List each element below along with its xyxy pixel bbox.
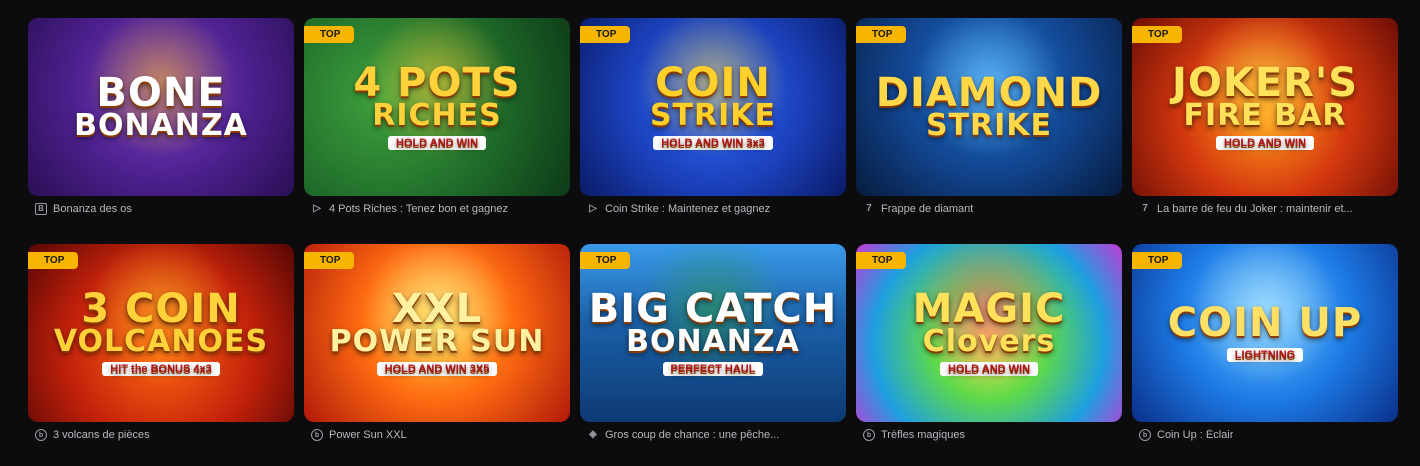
game-title: Trèfles magiques <box>881 429 965 441</box>
logo-subtitle: HOLD AND WIN <box>387 136 487 151</box>
game-card[interactable]: TOP BIG CATCH BONANZA PERFECT HAUL ◈ Gro… <box>580 244 846 466</box>
logo-line-2: VOLCANOES <box>53 323 269 359</box>
logo-line-1: 3 COIN <box>81 285 241 332</box>
game-thumbnail[interactable]: TOP 3 COIN VOLCANOES HIT the BONUS 4x3 <box>28 244 294 422</box>
game-caption[interactable]: ▷ Coin Strike : Maintenez et gagnez <box>580 203 846 215</box>
game-title: 4 Pots Riches : Tenez bon et gagnez <box>329 203 508 215</box>
game-thumbnail[interactable]: TOP XXL POWER SUN HOLD AND WIN 3X5 <box>304 244 570 422</box>
d-circle-icon: b <box>35 429 47 441</box>
top-badge: TOP <box>856 252 907 269</box>
top-badge: TOP <box>28 252 79 269</box>
logo-line-2: Clovers <box>922 323 1056 359</box>
seven-icon: 7 <box>866 203 872 214</box>
b-box-icon: B <box>35 203 47 215</box>
game-caption[interactable]: b Trèfles magiques <box>856 429 1122 441</box>
game-logo: JOKER'S FIRE BAR HOLD AND WIN <box>1171 59 1359 151</box>
top-badge: TOP <box>304 26 355 43</box>
game-card[interactable]: TOP 3 COIN VOLCANOES HIT the BONUS 4x3 b… <box>28 244 294 466</box>
play-flag-icon: ▷ <box>589 203 597 214</box>
game-caption[interactable]: ◈ Gros coup de chance : une pêche... <box>580 429 846 441</box>
logo-line-1: 4 POTS <box>353 59 521 106</box>
top-badge: TOP <box>304 252 355 269</box>
logo-line-2: BONANZA <box>74 107 248 143</box>
logo-subtitle: HOLD AND WIN <box>939 362 1039 377</box>
logo-subtitle: HIT the BONUS 4x3 <box>102 362 220 377</box>
game-caption[interactable]: b 3 volcans de pièces <box>28 429 294 441</box>
game-logo: COIN STRIKE HOLD AND WIN 3x3 <box>649 59 777 151</box>
logo-line-2: BONANZA <box>626 323 800 359</box>
top-badge: TOP <box>856 26 907 43</box>
game-thumbnail[interactable]: TOP BONE BONANZA <box>28 18 294 196</box>
game-title: Gros coup de chance : une pêche... <box>605 429 780 441</box>
logo-line-2: STRIKE <box>649 97 777 133</box>
top-badge: TOP <box>580 252 631 269</box>
logo-line-1: MAGIC <box>912 285 1066 332</box>
logo-line-1: COIN <box>655 59 771 106</box>
game-caption[interactable]: B Bonanza des os <box>28 203 294 215</box>
seven-icon: 7 <box>1142 203 1148 214</box>
logo-line-2: FIRE BAR <box>1183 97 1347 133</box>
play-flag-icon: ▷ <box>313 203 321 214</box>
game-title: Coin Strike : Maintenez et gagnez <box>605 203 771 215</box>
game-caption[interactable]: b Coin Up : Éclair <box>1132 429 1398 441</box>
game-card[interactable]: TOP COIN UP LIGHTNING b Coin Up : Éclair <box>1132 244 1398 466</box>
game-card[interactable]: TOP 4 POTS RICHES HOLD AND WIN ▷ 4 Pots … <box>304 18 570 240</box>
top-badge: TOP <box>1132 252 1183 269</box>
logo-line-1: JOKER'S <box>1171 59 1359 106</box>
game-card[interactable]: TOP BONE BONANZA B Bonanza des os <box>28 18 294 240</box>
d-circle-icon: b <box>1139 429 1151 441</box>
game-card[interactable]: TOP MAGIC Clovers HOLD AND WIN b Trèfles… <box>856 244 1122 466</box>
logo-line-2: RICHES <box>372 97 502 133</box>
game-title: Frappe de diamant <box>881 203 974 215</box>
game-title: Power Sun XXL <box>329 429 407 441</box>
game-title: Coin Up : Éclair <box>1157 429 1234 441</box>
logo-line-1: DIAMOND <box>875 69 1103 116</box>
game-thumbnail[interactable]: TOP DIAMOND STRIKE <box>856 18 1122 196</box>
game-logo: MAGIC Clovers HOLD AND WIN <box>912 285 1066 377</box>
logo-subtitle: LIGHTNING <box>1226 347 1304 363</box>
game-caption[interactable]: ▷ 4 Pots Riches : Tenez bon et gagnez <box>304 203 570 215</box>
top-badge: TOP <box>1132 26 1183 43</box>
logo-subtitle: HOLD AND WIN <box>1215 136 1315 151</box>
game-card[interactable]: TOP COIN STRIKE HOLD AND WIN 3x3 ▷ Coin … <box>580 18 846 240</box>
logo-line-1: COIN UP <box>1167 299 1363 346</box>
game-caption[interactable]: 7 La barre de feu du Joker : maintenir e… <box>1132 203 1398 215</box>
game-thumbnail[interactable]: TOP BIG CATCH BONANZA PERFECT HAUL <box>580 244 846 422</box>
game-logo: XXL POWER SUN HOLD AND WIN 3X5 <box>329 285 545 377</box>
logo-subtitle: HOLD AND WIN 3x3 <box>653 136 773 151</box>
d-circle-icon: b <box>311 429 323 441</box>
game-card[interactable]: TOP DIAMOND STRIKE 7 Frappe de diamant <box>856 18 1122 240</box>
game-logo: BONE BONANZA <box>74 69 248 143</box>
logo-line-1: BIG CATCH <box>588 285 838 332</box>
logo-line-2: STRIKE <box>925 107 1053 143</box>
game-thumbnail[interactable]: TOP 4 POTS RICHES HOLD AND WIN <box>304 18 570 196</box>
logo-subtitle: HOLD AND WIN 3X5 <box>376 362 498 377</box>
logo-subtitle: PERFECT HAUL <box>662 362 764 377</box>
diamond-grid-icon: ◈ <box>589 429 597 440</box>
logo-line-1: BONE <box>96 69 226 116</box>
game-logo: BIG CATCH BONANZA PERFECT HAUL <box>588 285 838 377</box>
game-caption[interactable]: b Power Sun XXL <box>304 429 570 441</box>
game-logo: 4 POTS RICHES HOLD AND WIN <box>353 59 521 151</box>
game-thumbnail[interactable]: TOP COIN UP LIGHTNING <box>1132 244 1398 422</box>
logo-line-1: XXL <box>391 285 483 332</box>
game-card[interactable]: TOP JOKER'S FIRE BAR HOLD AND WIN 7 La b… <box>1132 18 1398 240</box>
game-thumbnail[interactable]: TOP COIN STRIKE HOLD AND WIN 3x3 <box>580 18 846 196</box>
logo-line-2: POWER SUN <box>329 323 545 359</box>
top-badge: TOP <box>580 26 631 43</box>
game-title: Bonanza des os <box>53 203 132 215</box>
game-logo: DIAMOND STRIKE <box>875 69 1103 143</box>
d-circle-icon: b <box>863 429 875 441</box>
game-thumbnail[interactable]: TOP JOKER'S FIRE BAR HOLD AND WIN <box>1132 18 1398 196</box>
game-grid: TOP BONE BONANZA B Bonanza des os TOP 4 … <box>28 18 1398 466</box>
game-caption[interactable]: 7 Frappe de diamant <box>856 203 1122 215</box>
game-title: La barre de feu du Joker : maintenir et.… <box>1157 203 1353 215</box>
game-thumbnail[interactable]: TOP MAGIC Clovers HOLD AND WIN <box>856 244 1122 422</box>
game-logo: COIN UP LIGHTNING <box>1167 299 1363 363</box>
game-card[interactable]: TOP XXL POWER SUN HOLD AND WIN 3X5 b Pow… <box>304 244 570 466</box>
game-title: 3 volcans de pièces <box>53 429 150 441</box>
game-logo: 3 COIN VOLCANOES HIT the BONUS 4x3 <box>53 285 269 377</box>
